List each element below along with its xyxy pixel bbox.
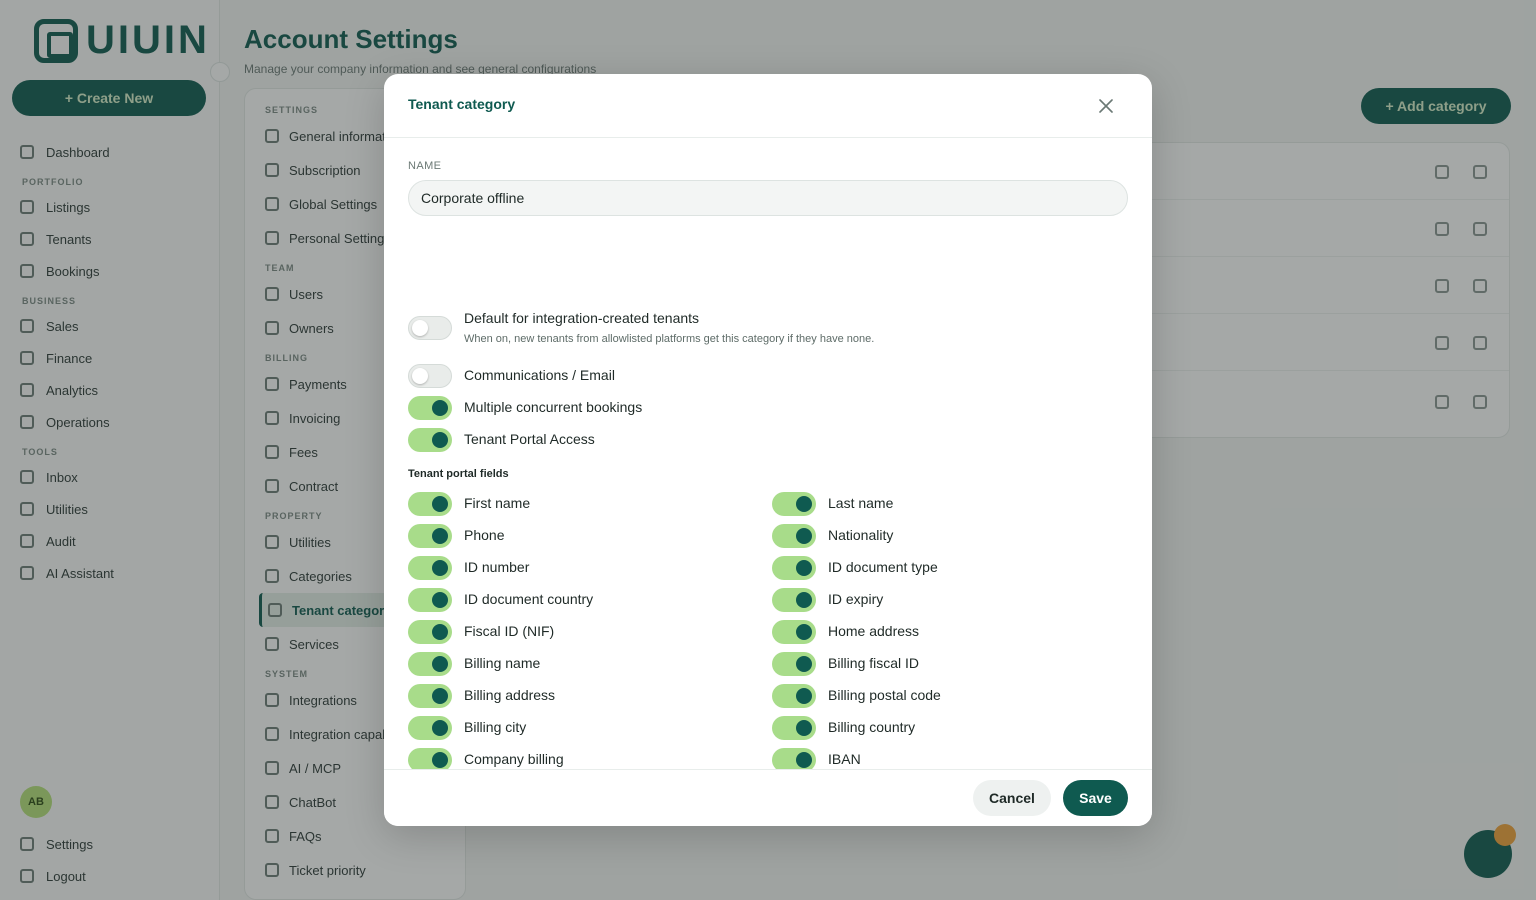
toggle-knob xyxy=(796,656,812,672)
portal-fields-title: Tenant portal fields xyxy=(408,468,509,480)
portal-field-billing-name-label: Billing name xyxy=(464,655,541,671)
portal-field-id-expiry-toggle[interactable] xyxy=(772,588,816,612)
tenant-category-modal: Tenant category NAME Default for integra… xyxy=(384,74,1152,826)
default-integration-toggle[interactable] xyxy=(408,316,452,340)
portal-field-id-document-type-toggle[interactable] xyxy=(772,556,816,580)
toggle-knob xyxy=(796,528,812,544)
modal-footer: Cancel Save xyxy=(384,769,1152,826)
portal-field-billing-name-toggle[interactable] xyxy=(408,652,452,676)
toggle-knob xyxy=(432,688,448,704)
toggle-knob xyxy=(432,432,448,448)
portal-field-id-document-country-toggle[interactable] xyxy=(408,588,452,612)
portal-field-billing-postal-code-label: Billing postal code xyxy=(828,687,941,703)
toggle-knob xyxy=(796,624,812,640)
default-integration-label: Default for integration-created tenants xyxy=(464,310,700,326)
toggle-knob xyxy=(796,688,812,704)
default-integration-description: When on, new tenants from allowlisted pl… xyxy=(464,333,875,345)
toggle-knob xyxy=(796,752,812,768)
portal-field-billing-fiscal-id-toggle[interactable] xyxy=(772,652,816,676)
toggle-knob xyxy=(432,720,448,736)
toggle-knob xyxy=(432,560,448,576)
portal-field-billing-postal-code-toggle[interactable] xyxy=(772,684,816,708)
portal-field-phone-label: Phone xyxy=(464,527,505,543)
close-icon xyxy=(1099,99,1113,113)
portal-field-company-billing-toggle[interactable] xyxy=(408,748,452,770)
portal-field-billing-city-toggle[interactable] xyxy=(408,716,452,740)
portal-field-id-document-type-label: ID document type xyxy=(828,559,938,575)
portal-field-home-address-toggle[interactable] xyxy=(772,620,816,644)
portal-field-first-name-toggle[interactable] xyxy=(408,492,452,516)
portal-field-iban-toggle[interactable] xyxy=(772,748,816,770)
portal-field-home-address-label: Home address xyxy=(828,623,920,639)
portal-field-billing-country-label: Billing country xyxy=(828,719,916,735)
toggle-knob xyxy=(796,496,812,512)
portal-field-billing-city-label: Billing city xyxy=(464,719,527,735)
toggle-knob xyxy=(412,320,428,336)
toggle-knob xyxy=(432,592,448,608)
portal-field-billing-address-toggle[interactable] xyxy=(408,684,452,708)
toggle-knob xyxy=(432,656,448,672)
portal-field-last-name-label: Last name xyxy=(828,495,894,511)
toggle-knob xyxy=(796,560,812,576)
toggle-knob xyxy=(432,528,448,544)
portal-field-billing-fiscal-id-label: Billing fiscal ID xyxy=(828,655,920,671)
portal-field-iban-label: IBAN xyxy=(828,751,861,767)
toggle-knob xyxy=(432,752,448,768)
toggle-knob xyxy=(432,400,448,416)
save-button[interactable]: Save xyxy=(1063,780,1128,816)
close-button[interactable] xyxy=(1094,94,1118,118)
portal-field-first-name-label: First name xyxy=(464,495,531,511)
tenant-portal-access-toggle[interactable] xyxy=(408,428,452,452)
toggle-knob xyxy=(796,592,812,608)
portal-field-last-name-toggle[interactable] xyxy=(772,492,816,516)
portal-field-fiscal-id-nif-label: Fiscal ID (NIF) xyxy=(464,623,555,639)
modal-header: Tenant category xyxy=(384,74,1152,138)
communications-email-label: Communications / Email xyxy=(464,367,615,383)
portal-field-fiscal-id-nif-toggle[interactable] xyxy=(408,620,452,644)
toggle-knob xyxy=(432,624,448,640)
modal-title: Tenant category xyxy=(408,96,516,112)
portal-field-id-number-label: ID number xyxy=(464,559,530,575)
portal-field-id-document-country-label: ID document country xyxy=(464,591,594,607)
portal-field-company-billing-label: Company billing xyxy=(464,751,564,767)
tenant-portal-access-label: Tenant Portal Access xyxy=(464,431,595,447)
portal-field-nationality-label: Nationality xyxy=(828,527,894,543)
communications-email-toggle[interactable] xyxy=(408,364,452,388)
portal-field-billing-country-toggle[interactable] xyxy=(772,716,816,740)
multiple-concurrent-bookings-toggle[interactable] xyxy=(408,396,452,420)
multiple-concurrent-bookings-label: Multiple concurrent bookings xyxy=(464,399,643,415)
cancel-button[interactable]: Cancel xyxy=(973,780,1051,816)
portal-field-billing-address-label: Billing address xyxy=(464,687,556,703)
portal-field-phone-toggle[interactable] xyxy=(408,524,452,548)
toggle-knob xyxy=(412,368,428,384)
portal-field-id-number-toggle[interactable] xyxy=(408,556,452,580)
name-field-label: NAME xyxy=(408,160,442,172)
portal-field-nationality-toggle[interactable] xyxy=(772,524,816,548)
modal-body: NAME Default for integration-created ten… xyxy=(408,138,1128,770)
name-input[interactable] xyxy=(408,180,1128,216)
portal-field-id-expiry-label: ID expiry xyxy=(828,591,884,607)
toggle-knob xyxy=(432,496,448,512)
toggle-knob xyxy=(796,720,812,736)
